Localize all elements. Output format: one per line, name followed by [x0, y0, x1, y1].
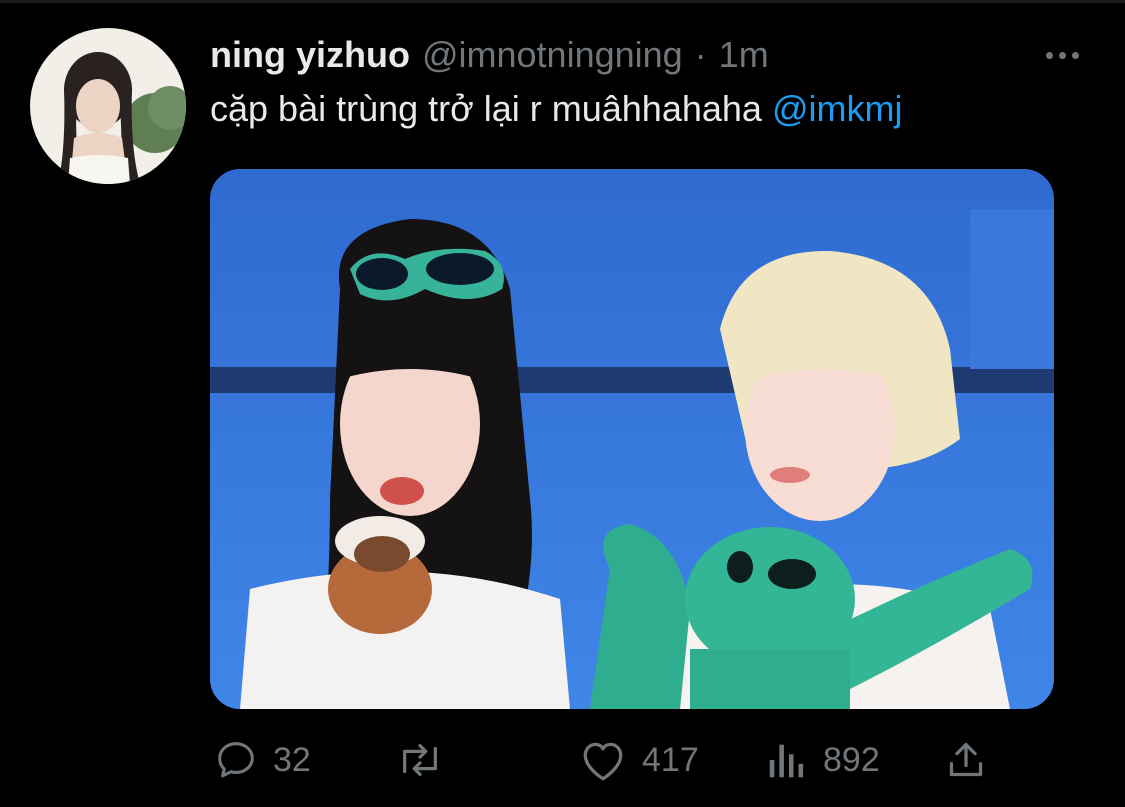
avatar[interactable] [30, 28, 186, 184]
views-icon [769, 744, 804, 778]
share-button[interactable] [946, 728, 986, 792]
retweet-button[interactable] [395, 728, 459, 792]
reply-icon [218, 742, 254, 778]
tweet-text: cặp bài trùng trở lại r muâhhahaha @imkm… [210, 88, 902, 130]
separator-dot: · [694, 34, 707, 75]
more-options-button[interactable] [1036, 42, 1088, 68]
display-name[interactable]: ning yizhuo [210, 34, 410, 76]
mention-link[interactable]: @imkmj [772, 88, 903, 129]
reply-button[interactable]: 32 [213, 728, 311, 792]
dot-icon [1045, 51, 1053, 59]
tweet-media[interactable] [210, 169, 1054, 709]
like-button[interactable]: 417 [578, 728, 699, 792]
retweet-icon [403, 743, 437, 777]
media-photo [210, 169, 1054, 709]
tweet-header: ning yizhuo @imnotningning · 1m [210, 34, 769, 80]
like-count: 417 [642, 740, 699, 779]
avatar-image [30, 28, 186, 184]
dot-icon [1071, 51, 1079, 59]
top-divider [0, 0, 1125, 3]
views-button[interactable]: 892 [765, 728, 880, 792]
dot-icon [1058, 51, 1066, 59]
timestamp[interactable]: 1m [719, 34, 769, 76]
heart-icon [583, 742, 623, 781]
tweet-actions: 32 417 892 [0, 728, 1125, 798]
tweet-body: cặp bài trùng trở lại r muâhhahaha [210, 88, 772, 129]
views-count: 892 [823, 740, 880, 779]
user-handle[interactable]: @imnotningning [422, 34, 683, 76]
share-icon [949, 742, 983, 777]
reply-count: 32 [273, 740, 311, 779]
